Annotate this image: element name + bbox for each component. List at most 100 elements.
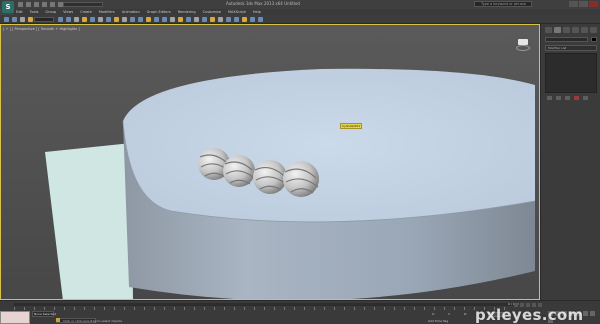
keyboard-shortcut-icon[interactable] bbox=[138, 17, 143, 22]
redo-tool-icon[interactable] bbox=[12, 17, 17, 22]
menu-customize[interactable]: Customize bbox=[203, 10, 221, 14]
percent-snap-icon[interactable] bbox=[162, 17, 167, 22]
new-file-icon[interactable] bbox=[18, 2, 23, 7]
object-color-swatch[interactable] bbox=[591, 37, 597, 42]
orbit-icon[interactable] bbox=[590, 311, 595, 316]
viewport-scene bbox=[1, 25, 539, 299]
menu-rendering[interactable]: Rendering bbox=[178, 10, 196, 14]
time-slider[interactable] bbox=[14, 303, 514, 306]
rotate-icon[interactable] bbox=[98, 17, 103, 22]
rendered-frame-icon[interactable] bbox=[250, 17, 255, 22]
window-crossing-icon[interactable] bbox=[82, 17, 87, 22]
window-title: Autodesk 3ds Max 2013 x64 Untitled bbox=[226, 1, 300, 6]
menu-maxscript[interactable]: MAXScript bbox=[228, 10, 246, 14]
utilities-tab-icon[interactable] bbox=[590, 27, 597, 33]
watermark: pxleyes.com bbox=[475, 306, 584, 324]
menu-group[interactable]: Group bbox=[45, 10, 56, 14]
menu-create[interactable]: Create bbox=[80, 10, 92, 14]
region-select-icon[interactable] bbox=[74, 17, 79, 22]
sphere-3 bbox=[253, 160, 287, 194]
x-coord-label: X: bbox=[432, 312, 436, 316]
track-bar[interactable] bbox=[14, 307, 514, 310]
menu-views[interactable]: Views bbox=[63, 10, 73, 14]
open-file-icon[interactable] bbox=[26, 2, 31, 7]
menu-help[interactable]: Help bbox=[253, 10, 261, 14]
render-production-icon[interactable] bbox=[258, 17, 263, 22]
spinner-snap-icon[interactable] bbox=[170, 17, 175, 22]
scale-icon[interactable] bbox=[106, 17, 111, 22]
layer-manager-icon[interactable] bbox=[202, 17, 207, 22]
named-selection-icon[interactable] bbox=[178, 17, 183, 22]
add-time-tag-button[interactable]: Add Time Tag bbox=[428, 319, 448, 323]
pan-icon[interactable] bbox=[583, 311, 588, 316]
maximize-button[interactable] bbox=[579, 1, 588, 7]
material-editor-icon[interactable] bbox=[234, 17, 239, 22]
cylinder-top bbox=[123, 68, 535, 222]
menu-modifiers[interactable]: Modifiers bbox=[99, 10, 115, 14]
graphite-tools-icon[interactable] bbox=[210, 17, 215, 22]
modify-tab-icon[interactable] bbox=[554, 27, 561, 33]
display-tab-icon[interactable] bbox=[581, 27, 588, 33]
y-coord-label: Y: bbox=[448, 312, 451, 316]
undo-tool-icon[interactable] bbox=[4, 17, 9, 22]
selection-filter-dropdown[interactable] bbox=[34, 17, 54, 22]
selection-lock-icon[interactable] bbox=[56, 318, 60, 322]
show-end-result-icon[interactable] bbox=[556, 96, 561, 100]
z-coord-label: Z: bbox=[464, 312, 468, 316]
viewcube-ring-icon[interactable] bbox=[516, 45, 530, 51]
menu-graph-editors[interactable]: Graph Editors bbox=[147, 10, 171, 14]
sphere-4 bbox=[283, 161, 319, 197]
pin-stack-icon[interactable] bbox=[547, 96, 552, 100]
align-icon[interactable] bbox=[194, 17, 199, 22]
menu-animation[interactable]: Animation bbox=[122, 10, 140, 14]
prompt-line: Click or click-and-drag to select object… bbox=[56, 318, 122, 323]
curve-editor-icon[interactable] bbox=[218, 17, 223, 22]
hierarchy-tab-icon[interactable] bbox=[563, 27, 570, 33]
maxscript-listener[interactable] bbox=[0, 311, 30, 324]
viewcube[interactable] bbox=[516, 39, 530, 51]
selection-status: None Selected bbox=[34, 312, 56, 316]
stack-buttons bbox=[547, 96, 588, 100]
redo-icon[interactable] bbox=[50, 2, 55, 7]
unlink-icon[interactable] bbox=[28, 17, 33, 22]
motion-tab-icon[interactable] bbox=[572, 27, 579, 33]
move-icon[interactable] bbox=[90, 17, 95, 22]
minimize-button[interactable] bbox=[569, 1, 578, 7]
workspace-dropdown[interactable] bbox=[63, 2, 103, 7]
perspective-viewport[interactable]: [ + ] [ Perspective ] [ Smooth + Highlig… bbox=[0, 24, 540, 300]
toolbar-select-group bbox=[58, 17, 263, 22]
quick-access-toolbar bbox=[18, 2, 63, 7]
select-object-icon[interactable] bbox=[58, 17, 63, 22]
render-setup-icon[interactable] bbox=[242, 17, 247, 22]
modifier-stack[interactable] bbox=[545, 53, 597, 93]
object-name-field[interactable] bbox=[545, 37, 588, 42]
menu-tools[interactable]: Tools bbox=[30, 10, 39, 14]
link-icon[interactable] bbox=[20, 17, 25, 22]
object-name-tooltip: Cylinder001 bbox=[340, 123, 363, 129]
reference-coord-icon[interactable] bbox=[114, 17, 119, 22]
main-toolbar bbox=[0, 15, 600, 24]
app-logo-icon[interactable]: S bbox=[2, 1, 14, 13]
window-controls bbox=[569, 1, 598, 7]
pivot-icon[interactable] bbox=[122, 17, 127, 22]
menu-edit[interactable]: Edit bbox=[16, 10, 23, 14]
make-unique-icon[interactable] bbox=[565, 96, 570, 100]
select-by-name-icon[interactable] bbox=[66, 17, 71, 22]
search-input[interactable]: Type a keyword or phrase bbox=[474, 1, 532, 7]
remove-modifier-icon[interactable] bbox=[574, 96, 579, 100]
snap-toggle-icon[interactable] bbox=[146, 17, 151, 22]
configure-modifier-sets-icon[interactable] bbox=[583, 96, 588, 100]
close-button[interactable] bbox=[589, 1, 598, 7]
manipulate-icon[interactable] bbox=[130, 17, 135, 22]
viewport-label[interactable]: [ + ] [ Perspective ] [ Smooth + Highlig… bbox=[3, 27, 80, 31]
save-file-icon[interactable] bbox=[34, 2, 39, 7]
sphere-2 bbox=[223, 155, 255, 187]
angle-snap-icon[interactable] bbox=[154, 17, 159, 22]
modifier-list-dropdown[interactable]: Modifier List bbox=[545, 45, 597, 51]
undo-icon[interactable] bbox=[42, 2, 47, 7]
create-tab-icon[interactable] bbox=[545, 27, 552, 33]
schematic-view-icon[interactable] bbox=[226, 17, 231, 22]
toolbar-left-group bbox=[4, 17, 33, 22]
command-panel-tabs bbox=[545, 27, 597, 33]
mirror-icon[interactable] bbox=[186, 17, 191, 22]
